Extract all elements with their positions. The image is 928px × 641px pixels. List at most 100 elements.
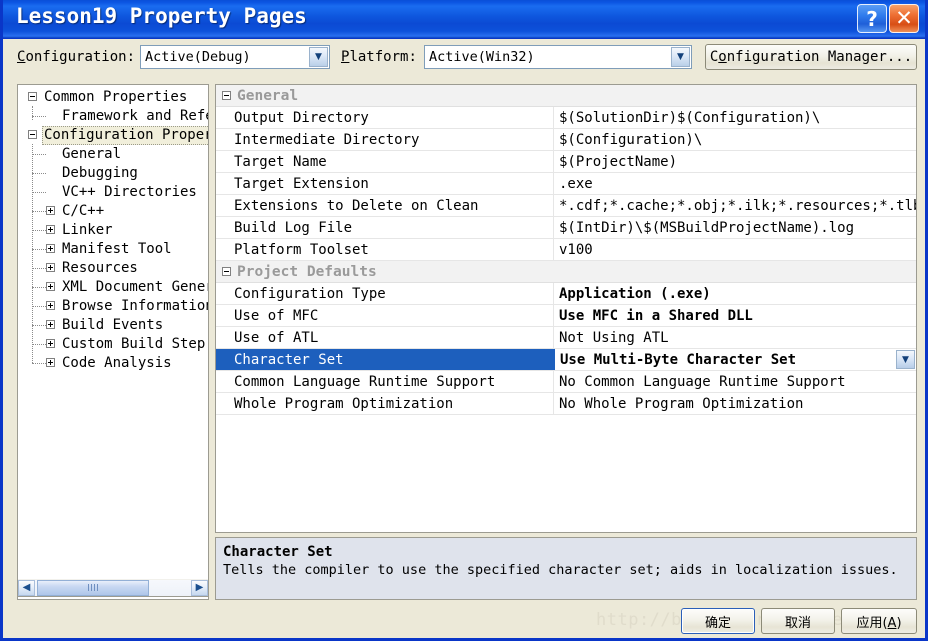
configuration-manager-button[interactable]: Configuration Manager... bbox=[705, 44, 917, 70]
tree-item-label: XML Document Generator bbox=[62, 279, 208, 295]
property-row[interactable]: Output Directory $(SolutionDir)$(Configur… bbox=[216, 107, 916, 129]
property-row[interactable]: Configuration Type Application (.exe) bbox=[216, 283, 916, 305]
tree-item-label: Resources bbox=[62, 260, 138, 276]
expand-icon[interactable] bbox=[46, 339, 55, 348]
collapse-icon[interactable] bbox=[222, 267, 231, 276]
expand-icon[interactable] bbox=[46, 320, 55, 329]
property-value[interactable]: Not Using ATL bbox=[554, 327, 916, 348]
chevron-down-icon[interactable]: ▼ bbox=[309, 47, 328, 67]
tree-connector-line bbox=[32, 268, 46, 270]
expand-icon[interactable] bbox=[46, 358, 55, 367]
grid-category-header[interactable]: Project Defaults bbox=[216, 261, 916, 283]
help-button[interactable]: ? bbox=[857, 4, 887, 33]
tree-item[interactable]: Code Analysis bbox=[18, 354, 208, 373]
property-value[interactable]: $(SolutionDir)$(Configuration)\ bbox=[554, 107, 916, 128]
tree-item[interactable]: Debugging bbox=[18, 164, 208, 183]
cancel-button[interactable]: 取消 bbox=[761, 608, 835, 634]
grid-category-label: Project Defaults bbox=[237, 263, 377, 280]
collapse-icon[interactable] bbox=[222, 91, 231, 100]
close-button[interactable]: ✕ bbox=[889, 4, 919, 33]
tree-connector-line bbox=[32, 325, 46, 327]
property-value[interactable]: *.cdf;*.cache;*.obj;*.ilk;*.resources;*.… bbox=[554, 195, 916, 216]
configuration-toolbar: Configuration: Active(Debug) ▼ Platform:… bbox=[3, 38, 925, 78]
property-row[interactable]: Intermediate Directory $(Configuration)\ bbox=[216, 129, 916, 151]
platform-label: Platform: bbox=[341, 49, 417, 65]
property-row[interactable]: Target Name $(ProjectName) bbox=[216, 151, 916, 173]
tree-item[interactable]: C/C++ bbox=[18, 202, 208, 221]
property-value[interactable]: .exe bbox=[554, 173, 916, 194]
ok-button[interactable]: 确定 bbox=[681, 608, 755, 634]
property-name: Output Directory bbox=[216, 107, 554, 128]
close-x-icon: ✕ bbox=[895, 6, 913, 30]
tree-horizontal-scrollbar[interactable]: ◀ ▶ bbox=[17, 579, 209, 597]
chevron-down-icon[interactable]: ▼ bbox=[671, 47, 690, 67]
property-grid[interactable]: General Output Directory $(SolutionDir)$(C… bbox=[215, 84, 917, 533]
tree-item[interactable]: Framework and References bbox=[18, 107, 208, 126]
tree-item[interactable]: VC++ Directories bbox=[18, 183, 208, 202]
property-value[interactable]: No Whole Program Optimization bbox=[554, 393, 916, 414]
scroll-right-icon[interactable]: ▶ bbox=[191, 579, 208, 596]
property-row[interactable]: Target Extension .exe bbox=[216, 173, 916, 195]
platform-select[interactable]: Active(Win32) ▼ bbox=[424, 45, 692, 69]
property-name: Whole Program Optimization bbox=[216, 393, 554, 414]
tree-item-label: VC++ Directories bbox=[62, 184, 197, 200]
configuration-label: Configuration: bbox=[17, 49, 136, 65]
tree-item[interactable]: Configuration Properties bbox=[18, 126, 208, 145]
scroll-left-icon[interactable]: ◀ bbox=[18, 579, 35, 596]
tree-connector-line bbox=[32, 363, 46, 365]
property-value[interactable]: Use Multi-Byte Character Set bbox=[554, 349, 916, 370]
property-tree-panel[interactable]: Common Properties Framework and Reference… bbox=[17, 84, 209, 600]
collapse-icon[interactable] bbox=[28, 92, 37, 101]
tree-item[interactable]: Manifest Tool bbox=[18, 240, 208, 259]
grid-category-header[interactable]: General bbox=[216, 85, 916, 107]
property-value[interactable]: v100 bbox=[554, 239, 916, 260]
expand-icon[interactable] bbox=[46, 282, 55, 291]
property-row[interactable]: Use of ATL Not Using ATL bbox=[216, 327, 916, 349]
scrollbar-thumb[interactable] bbox=[37, 579, 149, 596]
expand-icon[interactable] bbox=[46, 244, 55, 253]
tree-item-label: Browse Information bbox=[62, 298, 209, 314]
property-value[interactable]: $(IntDir)\$(MSBuildProjectName).log bbox=[554, 217, 916, 238]
apply-label: 应用(A) bbox=[856, 615, 902, 631]
tree-connector-line bbox=[32, 230, 46, 232]
property-value[interactable]: Application (.exe) bbox=[554, 283, 916, 304]
property-row[interactable]: Build Log File $(IntDir)\$(MSBuildProject… bbox=[216, 217, 916, 239]
scrollbar-track[interactable] bbox=[35, 579, 191, 596]
property-pages-dialog: Lesson19 Property Pages ? ✕ Configuratio… bbox=[0, 0, 928, 641]
tree-item[interactable]: Build Events bbox=[18, 316, 208, 335]
expand-icon[interactable] bbox=[46, 263, 55, 272]
tree-item[interactable]: Browse Information bbox=[18, 297, 208, 316]
property-value[interactable]: No Common Language Runtime Support bbox=[554, 371, 916, 392]
tree-item[interactable]: Resources bbox=[18, 259, 208, 278]
property-value[interactable]: Use MFC in a Shared DLL bbox=[554, 305, 916, 326]
platform-value: Active(Win32) bbox=[429, 49, 535, 65]
property-row[interactable]: Common Language Runtime Support No Common… bbox=[216, 371, 916, 393]
property-value[interactable]: $(ProjectName) bbox=[554, 151, 916, 172]
property-row[interactable]: Whole Program Optimization No Whole Progr… bbox=[216, 393, 916, 415]
chevron-down-icon[interactable]: ▼ bbox=[896, 350, 915, 369]
tree-connector-line bbox=[32, 287, 46, 289]
expand-icon[interactable] bbox=[46, 225, 55, 234]
tree-item[interactable]: Common Properties bbox=[18, 88, 208, 107]
ok-label: 确定 bbox=[704, 615, 731, 631]
tree-item-label: Linker bbox=[62, 222, 113, 238]
property-name: Use of ATL bbox=[216, 327, 554, 348]
tree-item[interactable]: Custom Build Step bbox=[18, 335, 208, 354]
expand-icon[interactable] bbox=[46, 301, 55, 310]
tree-item[interactable]: Linker bbox=[18, 221, 208, 240]
property-value[interactable]: $(Configuration)\ bbox=[554, 129, 916, 150]
property-name: Platform Toolset bbox=[216, 239, 554, 260]
configuration-select[interactable]: Active(Debug) ▼ bbox=[140, 45, 330, 69]
tree-item[interactable]: General bbox=[18, 145, 208, 164]
apply-button[interactable]: 应用(A) bbox=[841, 608, 917, 634]
collapse-icon[interactable] bbox=[28, 130, 37, 139]
tree-connector-line bbox=[32, 306, 46, 308]
property-row[interactable]: Platform Toolset v100 bbox=[216, 239, 916, 261]
tree-item[interactable]: XML Document Generator bbox=[18, 278, 208, 297]
property-row[interactable]: Use of MFC Use MFC in a Shared DLL bbox=[216, 305, 916, 327]
property-row[interactable]: Extensions to Delete on Clean *.cdf;*.cac… bbox=[216, 195, 916, 217]
tree-item-label: Code Analysis bbox=[62, 355, 172, 371]
title-bar[interactable]: Lesson19 Property Pages ? ✕ bbox=[3, 0, 925, 39]
property-row[interactable]: Character Set Use Multi-Byte Character Se… bbox=[216, 349, 916, 371]
expand-icon[interactable] bbox=[46, 206, 55, 215]
